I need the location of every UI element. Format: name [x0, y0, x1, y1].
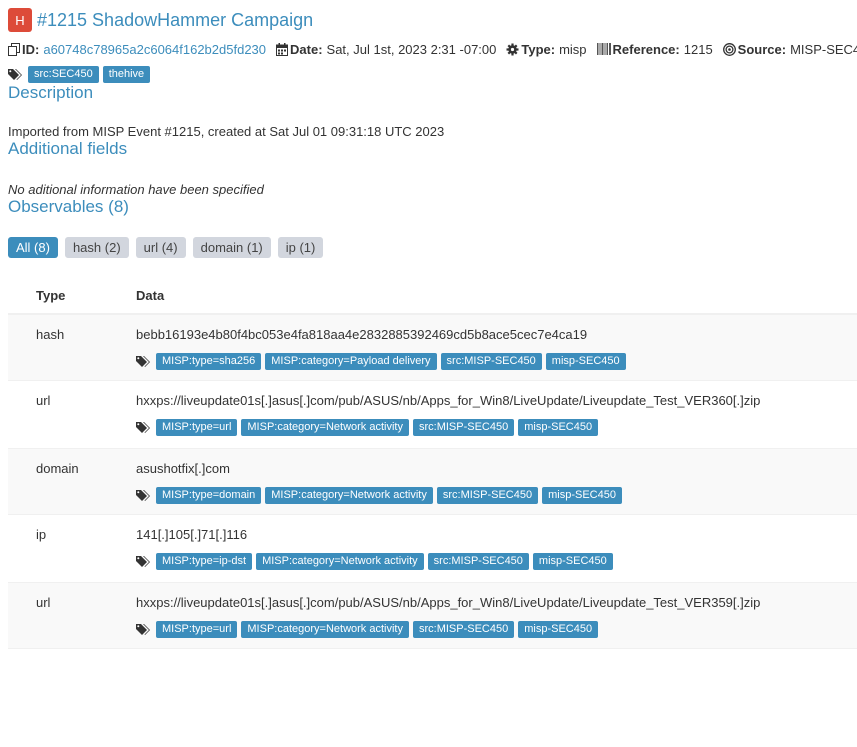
source-badge: H	[8, 8, 32, 32]
meta-id-label: ID:	[22, 41, 40, 57]
observable-tag[interactable]: MISP:category=Payload delivery	[265, 353, 437, 370]
observable-tag[interactable]: MISP:category=Network activity	[256, 553, 424, 570]
meta-reference-label: Reference:	[612, 41, 680, 57]
case-tag[interactable]: thehive	[102, 66, 151, 83]
observable-tag[interactable]: misp-SEC450	[542, 487, 622, 504]
table-row[interactable]: ip 141[.]105[.]71[.]116 MISP:type=ip-dst…	[8, 515, 857, 582]
observable-tag[interactable]: MISP:category=Network activity	[241, 419, 409, 436]
case-title-link[interactable]: #1215 ShadowHammer Campaign	[37, 10, 313, 31]
observable-data[interactable]: asushotfix[.]com	[136, 461, 857, 476]
description-heading: Description	[8, 83, 94, 102]
observable-tag[interactable]: MISP:category=Network activity	[241, 621, 409, 638]
observable-tags: MISP:type=ip-dst MISP:category=Network a…	[136, 553, 857, 570]
observable-type: url	[36, 393, 51, 408]
observable-tag[interactable]: src:MISP-SEC450	[427, 553, 529, 570]
filter-all[interactable]: All (8)	[8, 237, 58, 258]
observable-tags: MISP:type=url MISP:category=Network acti…	[136, 419, 857, 436]
case-meta: ID: a60748c78965a2c6064f162b2d5fd230 Dat…	[8, 41, 857, 57]
tags-icon	[136, 421, 151, 434]
observable-tag[interactable]: misp-SEC450	[545, 353, 626, 370]
observable-tag[interactable]: misp-SEC450	[532, 553, 613, 570]
observable-data[interactable]: hxxps://liveupdate01s[.]asus[.]com/pub/A…	[136, 595, 857, 610]
meta-reference-value: 1215	[683, 41, 713, 57]
observable-tags: MISP:type=sha256 MISP:category=Payload d…	[136, 353, 857, 370]
observable-type: domain	[36, 461, 79, 476]
observable-tag[interactable]: MISP:type=sha256	[156, 353, 262, 370]
observable-tag[interactable]: src:MISP-SEC450	[436, 487, 539, 504]
meta-source: Source: MISP-SEC450	[722, 41, 857, 57]
tags-icon	[136, 355, 151, 368]
observable-tag[interactable]: src:MISP-SEC450	[412, 419, 515, 436]
gear-icon	[506, 43, 519, 55]
table-row[interactable]: domain asushotfix[.]com MISP:type=domain…	[8, 448, 857, 515]
meta-id: ID: a60748c78965a2c6064f162b2d5fd230	[8, 42, 266, 57]
observable-tag[interactable]: misp-SEC450	[518, 419, 599, 436]
observable-data[interactable]: hxxps://liveupdate01s[.]asus[.]com/pub/A…	[136, 393, 857, 408]
additional-fields-text: No aditional information have been speci…	[8, 182, 264, 197]
observable-tags: MISP:type=domain MISP:category=Network a…	[136, 487, 857, 504]
observable-cell: hxxps://liveupdate01s[.]asus[.]com/pub/A…	[136, 595, 857, 648]
observable-tag[interactable]: src:MISP-SEC450	[440, 353, 542, 370]
table-row[interactable]: hash bebb16193e4b80f4bc053e4fa818aa4e283…	[8, 314, 857, 381]
meta-date: Date: Sat, Jul 1st, 2023 2:31 -07:00	[276, 42, 496, 57]
calendar-icon	[276, 42, 289, 56]
column-header-data[interactable]: Data	[136, 288, 857, 303]
observable-filters: All (8) hash (2) url (4) domain (1) ip (…	[8, 237, 857, 258]
observable-cell: asushotfix[.]com MISP:type=domain MISP:c…	[136, 461, 857, 514]
observables-heading: Observables (8)	[8, 197, 129, 216]
meta-type: Type: misp	[506, 41, 587, 57]
case-page: H #1215 ShadowHammer Campaign ID: a60748…	[0, 7, 857, 649]
observables-table: Type Data hash bebb16193e4b80f4bc053e4fa…	[8, 278, 857, 649]
tags-icon	[8, 68, 23, 81]
table-row[interactable]: url hxxps://liveupdate01s[.]asus[.]com/p…	[8, 582, 857, 649]
observable-tag[interactable]: MISP:category=Network activity	[265, 487, 433, 504]
filter-domain[interactable]: domain (1)	[192, 237, 271, 258]
bullseye-icon	[722, 42, 736, 56]
observable-tag[interactable]: MISP:type=ip-dst	[156, 553, 253, 570]
meta-type-label: Type:	[521, 41, 556, 57]
observable-type: url	[36, 595, 51, 610]
observable-cell: bebb16193e4b80f4bc053e4fa818aa4e28328853…	[136, 327, 857, 380]
observable-type: hash	[36, 327, 65, 342]
filter-hash[interactable]: hash (2)	[64, 237, 129, 258]
meta-date-value: Sat, Jul 1st, 2023 2:31 -07:00	[326, 41, 497, 57]
observable-type: ip	[36, 527, 47, 542]
case-tags: src:SEC450 thehive	[8, 66, 857, 83]
case-header: H #1215 ShadowHammer Campaign	[8, 7, 857, 33]
observable-data[interactable]: bebb16193e4b80f4bc053e4fa818aa4e28328853…	[136, 327, 857, 342]
observable-tag[interactable]: src:MISP-SEC450	[412, 621, 515, 638]
observable-tag[interactable]: misp-SEC450	[518, 621, 599, 638]
observable-tags: MISP:type=url MISP:category=Network acti…	[136, 621, 857, 638]
meta-date-label: Date:	[290, 41, 323, 57]
observable-tag[interactable]: MISP:type=url	[156, 419, 238, 436]
additional-fields-heading: Additional fields	[8, 139, 128, 158]
tags-icon	[136, 489, 151, 502]
description-text: Imported from MISP Event #1215, created …	[8, 124, 445, 139]
column-header-type[interactable]: Type	[8, 288, 136, 303]
case-id-link[interactable]: a60748c78965a2c6064f162b2d5fd230	[43, 42, 266, 57]
table-row[interactable]: url hxxps://liveupdate01s[.]asus[.]com/p…	[8, 381, 857, 448]
meta-source-value: MISP-SEC450	[790, 41, 857, 57]
case-tag[interactable]: src:SEC450	[28, 66, 99, 83]
table-header: Type Data	[8, 278, 857, 314]
filter-ip[interactable]: ip (1)	[277, 237, 324, 258]
meta-source-label: Source:	[737, 41, 787, 57]
observable-data[interactable]: 141[.]105[.]71[.]116	[136, 527, 857, 542]
tags-icon	[136, 623, 151, 636]
observable-cell: 141[.]105[.]71[.]116 MISP:type=ip-dst MI…	[136, 527, 857, 582]
tags-icon	[136, 555, 151, 568]
observable-tag[interactable]: MISP:type=domain	[156, 487, 262, 504]
observable-tag[interactable]: MISP:type=url	[156, 621, 238, 638]
filter-url[interactable]: url (4)	[135, 237, 186, 258]
observable-cell: hxxps://liveupdate01s[.]asus[.]com/pub/A…	[136, 393, 857, 448]
barcode-icon	[596, 43, 611, 55]
meta-reference: Reference: 1215	[596, 41, 713, 57]
copy-icon[interactable]	[8, 42, 20, 56]
meta-type-value: misp	[559, 41, 587, 57]
